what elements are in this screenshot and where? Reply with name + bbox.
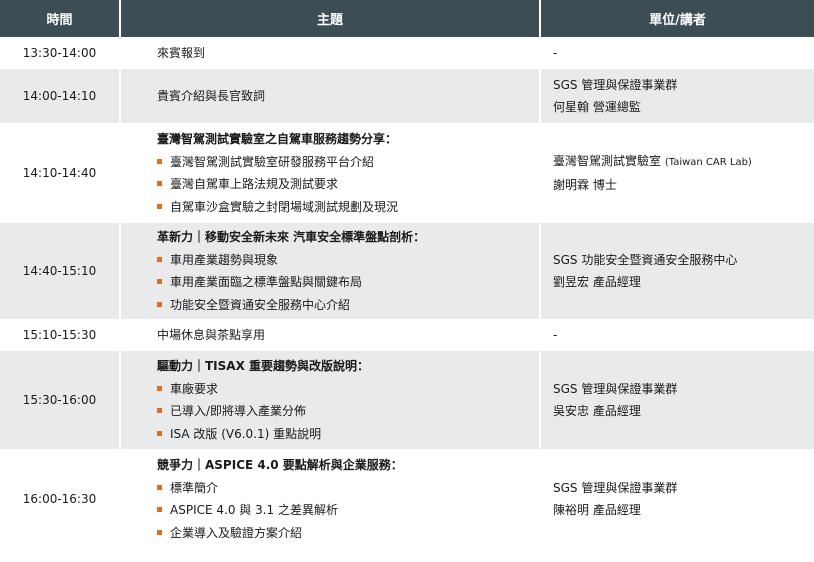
speaker-line: 謝明霖 博士 <box>553 178 617 192</box>
item-text: 自駕車沙盒實驗之封閉場域測試規劃及現況 <box>170 199 399 214</box>
header-time: 時間 <box>0 0 121 38</box>
list-item: 功能安全暨資通安全服務中心介紹 <box>157 294 533 317</box>
topic-title: 革新力｜移動安全新未來 汽車安全標準盤點剖析： <box>157 230 426 244</box>
table-row: 14:00-14:10 貴賓介紹與長官致詞 SGS 管理與保證事業群 何星翰 營… <box>0 67 814 124</box>
topic-items: 車用產業趨勢與現象 車用產業面臨之標準盤點與關鍵布局 功能安全暨資通安全服務中心… <box>157 249 533 317</box>
list-item: 標準簡介 <box>157 477 533 500</box>
topic-title: 臺灣智駕測試實驗室之自駕車服務趨勢分享： <box>157 132 398 146</box>
bullet-icon <box>157 256 162 262</box>
row-time: 15:10-15:30 <box>0 319 121 350</box>
row-topic: 革新力｜移動安全新未來 汽車安全標準盤點剖析： 車用產業趨勢與現象 車用產業面臨… <box>120 221 541 320</box>
bullet-icon <box>157 430 162 436</box>
topic-title: 驅動力｜TISAX 重要趨勢與改版說明： <box>157 359 370 373</box>
bullet-icon <box>157 203 162 209</box>
bullet-icon <box>157 279 162 284</box>
unit-line: - <box>553 45 558 60</box>
item-text: 功能安全暨資通安全服務中心介紹 <box>170 297 351 312</box>
list-item: 車用產業面臨之標準盤點與關鍵布局 <box>157 271 533 294</box>
row-time: 15:30-16:00 <box>0 349 121 450</box>
row-unit: 臺灣智駕測試實驗室 (Taiwan CAR Lab) 謝明霖 博士 <box>540 123 814 222</box>
unit-line: - <box>553 327 558 342</box>
row-topic: 來賓報到 <box>120 37 541 68</box>
item-text: 車廠要求 <box>170 381 219 396</box>
header-unit: 單位/講者 <box>540 0 814 38</box>
list-item: 臺灣智駕測試實驗室研發服務平台介紹 <box>157 151 533 174</box>
unit-line: SGS 管理與保證事業群 <box>553 480 678 495</box>
speaker-line: 劉昱宏 產品經理 <box>553 275 641 289</box>
row-unit: - <box>540 319 814 350</box>
unit-line: 臺灣智駕測試實驗室 (Taiwan CAR Lab) <box>553 150 814 175</box>
row-time: 16:00-16:30 <box>0 449 121 547</box>
row-unit: SGS 功能安全暨資通安全服務中心 劉昱宏 產品經理 <box>540 221 814 320</box>
topic-text: 中場休息與茶點享用 <box>157 327 266 342</box>
bullet-icon <box>157 385 162 391</box>
item-text: 臺灣自駕車上路法規及測試要求 <box>170 177 339 191</box>
bullet-icon <box>157 301 162 307</box>
unit-line: SGS 功能安全暨資通安全服務中心 <box>553 252 738 267</box>
row-unit: - <box>540 37 814 68</box>
unit-line: SGS 管理與保證事業群 <box>553 77 678 92</box>
table-row: 15:30-16:00 驅動力｜TISAX 重要趨勢與改版說明： 車廠要求 已導… <box>0 349 814 450</box>
topic-text: 來賓報到 <box>157 45 206 60</box>
item-text: ASPICE 4.0 與 3.1 之差異解析 <box>170 503 338 517</box>
table-row: 14:10-14:40 臺灣智駕測試實驗室之自駕車服務趨勢分享： 臺灣智駕測試實… <box>0 123 814 222</box>
row-topic: 驅動力｜TISAX 重要趨勢與改版說明： 車廠要求 已導入/即將導入產業分佈 I… <box>120 349 541 450</box>
bullet-icon <box>157 484 162 490</box>
row-topic: 中場休息與茶點享用 <box>120 319 541 350</box>
item-text: 車用產業趨勢與現象 <box>170 252 279 267</box>
header-topic: 主題 <box>120 0 541 38</box>
bullet-icon <box>157 507 162 512</box>
table-row: 16:00-16:30 競爭力｜ASPICE 4.0 要點解析與企業服務： 標準… <box>0 449 814 547</box>
row-unit: SGS 管理與保證事業群 陳裕明 產品經理 <box>540 449 814 547</box>
list-item: 已導入/即將導入產業分佈 <box>157 400 533 423</box>
unit-name: 臺灣智駕測試實驗室 <box>553 153 662 168</box>
topic-title: 競爭力｜ASPICE 4.0 要點解析與企業服務： <box>157 458 403 472</box>
row-unit: SGS 管理與保證事業群 吳安忠 產品經理 <box>540 349 814 450</box>
item-text: ISA 改版 (V6.0.1) 重點說明 <box>170 426 322 441</box>
bullet-icon <box>157 408 162 413</box>
list-item: 自駕車沙盒實驗之封閉場域測試規劃及現況 <box>157 196 533 219</box>
item-text: 標準簡介 <box>170 480 219 495</box>
table-row: 14:40-15:10 革新力｜移動安全新未來 汽車安全標準盤點剖析： 車用產業… <box>0 221 814 320</box>
speaker-line: 陳裕明 產品經理 <box>553 503 641 517</box>
row-unit: SGS 管理與保證事業群 何星翰 營運總監 <box>540 67 814 124</box>
row-time: 13:30-14:00 <box>0 37 121 68</box>
unit-suffix: (Taiwan CAR Lab) <box>664 156 752 168</box>
row-topic: 競爭力｜ASPICE 4.0 要點解析與企業服務： 標準簡介 ASPICE 4.… <box>120 449 541 547</box>
row-time: 14:10-14:40 <box>0 123 121 222</box>
item-text: 企業導入及驗證方案介紹 <box>170 525 303 540</box>
bullet-icon <box>157 181 162 186</box>
speaker-line: 吳安忠 產品經理 <box>553 404 641 418</box>
item-text: 臺灣智駕測試實驗室研發服務平台介紹 <box>170 154 375 169</box>
list-item: ASPICE 4.0 與 3.1 之差異解析 <box>157 499 533 522</box>
list-item: 臺灣自駕車上路法規及測試要求 <box>157 173 533 196</box>
speaker-line: 何星翰 營運總監 <box>553 100 641 114</box>
table-row: 13:30-14:00 來賓報到 - <box>0 37 814 68</box>
row-topic: 貴賓介紹與長官致詞 <box>120 67 541 124</box>
list-item: 車用產業趨勢與現象 <box>157 249 533 272</box>
topic-items: 標準簡介 ASPICE 4.0 與 3.1 之差異解析 企業導入及驗證方案介紹 <box>157 477 533 545</box>
item-text: 車用產業面臨之標準盤點與關鍵布局 <box>170 275 363 289</box>
list-item: 企業導入及驗證方案介紹 <box>157 522 533 545</box>
bullet-icon <box>157 529 162 535</box>
bullet-icon <box>157 158 162 164</box>
topic-items: 車廠要求 已導入/即將導入產業分佈 ISA 改版 (V6.0.1) 重點說明 <box>157 378 533 446</box>
item-text: 已導入/即將導入產業分佈 <box>170 404 307 418</box>
topic-items: 臺灣智駕測試實驗室研發服務平台介紹 臺灣自駕車上路法規及測試要求 自駕車沙盒實驗… <box>157 151 533 219</box>
row-topic: 臺灣智駕測試實驗室之自駕車服務趨勢分享： 臺灣智駕測試實驗室研發服務平台介紹 臺… <box>120 123 541 222</box>
row-time: 14:00-14:10 <box>0 67 121 124</box>
topic-text: 貴賓介紹與長官致詞 <box>157 88 266 103</box>
list-item: 車廠要求 <box>157 378 533 401</box>
table-header: 時間 主題 單位/講者 <box>0 0 814 38</box>
list-item: ISA 改版 (V6.0.1) 重點說明 <box>157 423 533 446</box>
agenda-table: 時間 主題 單位/講者 13:30-14:00 來賓報到 - 14:00-14:… <box>0 0 814 547</box>
row-time: 14:40-15:10 <box>0 221 121 320</box>
table-row: 15:10-15:30 中場休息與茶點享用 - <box>0 319 814 350</box>
unit-line: SGS 管理與保證事業群 <box>553 381 678 396</box>
